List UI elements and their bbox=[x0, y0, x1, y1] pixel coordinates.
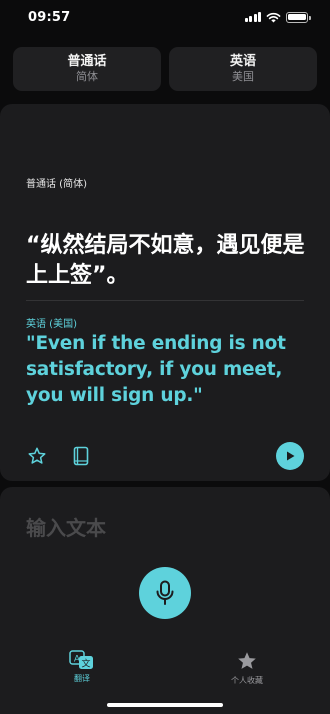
translated-text[interactable]: "Even if the ending is not satisfactory,… bbox=[26, 331, 316, 409]
battery-icon bbox=[286, 11, 311, 23]
signal-icon bbox=[244, 12, 261, 22]
source-text[interactable]: “纵然结局不如意，遇见便是上上签”。 bbox=[26, 231, 316, 291]
play-icon bbox=[287, 451, 295, 461]
source-language-variant: 简体 bbox=[76, 70, 98, 83]
tab-translate[interactable]: A 文 翻译 bbox=[42, 650, 122, 684]
divider bbox=[26, 300, 304, 301]
target-language-label: 英语 (美国) bbox=[26, 319, 77, 330]
star-icon bbox=[28, 447, 46, 464]
target-language-name: 英语 bbox=[229, 54, 256, 69]
language-selector: 普通话 简体 英语 美国 bbox=[13, 47, 317, 91]
tab-favorites[interactable]: 个人收藏 bbox=[207, 650, 287, 686]
status-icons bbox=[244, 11, 311, 23]
tab-translate-label: 翻译 bbox=[74, 674, 90, 683]
tab-favorites-label: 个人收藏 bbox=[231, 676, 263, 685]
home-indicator[interactable] bbox=[107, 703, 223, 707]
play-button[interactable] bbox=[276, 442, 304, 470]
input-panel: 输入文本 A 文 翻译 个人收藏 bbox=[0, 487, 330, 714]
source-language-button[interactable]: 普通话 简体 bbox=[13, 47, 161, 91]
translation-card: 普通话 (简体) “纵然结局不如意，遇见便是上上签”。 英语 (美国) "Eve… bbox=[0, 104, 330, 481]
text-input[interactable]: 输入文本 bbox=[26, 512, 106, 541]
source-language-label: 普通话 (简体) bbox=[26, 179, 87, 190]
translate-icon: A 文 bbox=[69, 650, 93, 670]
favorite-button[interactable] bbox=[26, 445, 48, 467]
favorites-star-icon bbox=[238, 652, 256, 669]
card-actions bbox=[26, 441, 304, 471]
dictionary-book-icon bbox=[73, 446, 89, 466]
source-language-name: 普通话 bbox=[67, 54, 107, 69]
status-bar: 09:57 bbox=[0, 0, 330, 34]
microphone-button[interactable] bbox=[139, 567, 191, 619]
target-language-variant: 美国 bbox=[232, 70, 254, 83]
status-time: 09:57 bbox=[28, 9, 71, 25]
tab-bar: A 文 翻译 个人收藏 bbox=[0, 650, 330, 690]
microphone-icon bbox=[156, 580, 174, 605]
wifi-icon bbox=[266, 12, 281, 22]
dictionary-button[interactable] bbox=[70, 445, 92, 467]
svg-text:文: 文 bbox=[81, 658, 90, 670]
target-language-button[interactable]: 英语 美国 bbox=[169, 47, 317, 91]
